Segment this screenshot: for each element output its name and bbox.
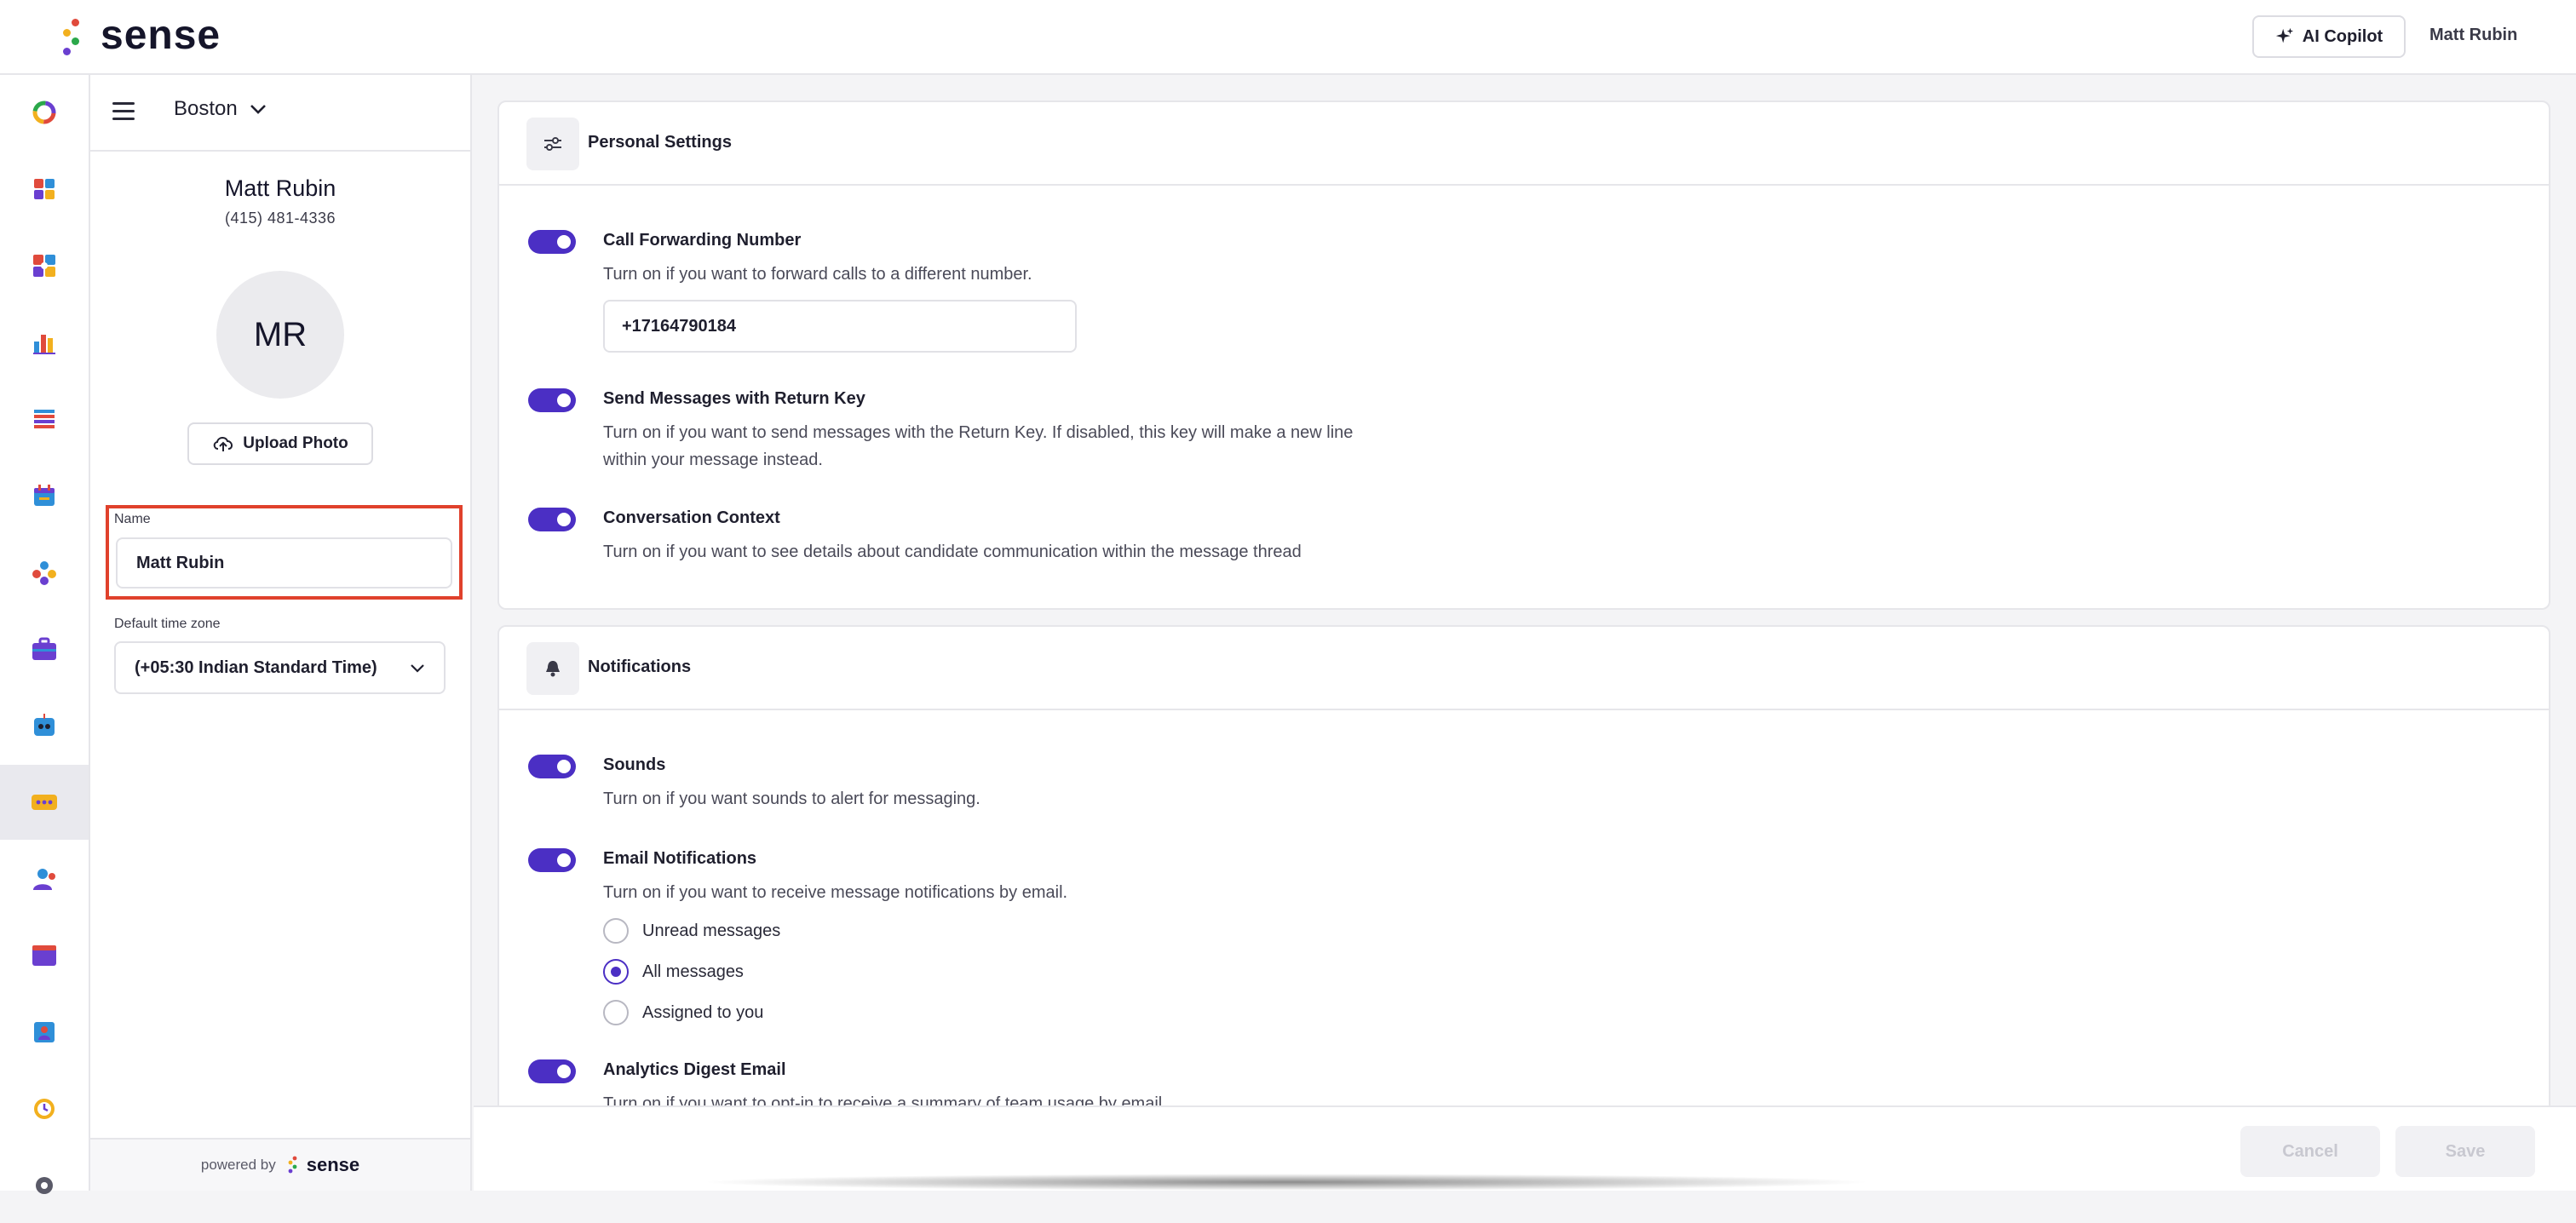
bar-chart-icon bbox=[33, 335, 55, 354]
powered-by-footer: powered by sense bbox=[90, 1138, 470, 1191]
radio-all-messages[interactable] bbox=[603, 959, 629, 985]
top-bar: sense AI Copilot Matt Rubin bbox=[0, 0, 2576, 75]
user-menu[interactable]: Matt Rubin bbox=[2429, 26, 2517, 45]
personal-settings-title: Personal Settings bbox=[588, 133, 732, 152]
analytics-digest-title: Analytics Digest Email bbox=[603, 1060, 786, 1079]
radio-unread-label: Unread messages bbox=[642, 922, 781, 940]
name-label: Name bbox=[114, 512, 151, 526]
powered-by-brand: sense bbox=[288, 1154, 359, 1176]
sidebar-item-lists[interactable] bbox=[0, 382, 89, 456]
radio-unread-messages[interactable] bbox=[603, 918, 629, 944]
sidebar-item-schedule[interactable] bbox=[0, 1071, 89, 1146]
list-icon bbox=[34, 410, 55, 428]
return-key-desc-line2: within your message instead. bbox=[603, 451, 823, 469]
call-forwarding-desc: Turn on if you want to forward calls to … bbox=[603, 265, 1032, 284]
analytics-digest-toggle[interactable] bbox=[528, 1059, 576, 1083]
return-key-desc-line1: Turn on if you want to send messages wit… bbox=[603, 423, 1354, 442]
bell-icon bbox=[526, 642, 579, 695]
sidebar-item-contacts[interactable] bbox=[0, 995, 89, 1070]
app-sidebar bbox=[0, 75, 90, 1194]
brand-name: sense bbox=[101, 13, 221, 58]
profile-phone: (415) 481-4336 bbox=[224, 210, 336, 227]
clock-icon bbox=[34, 1099, 55, 1119]
ai-copilot-label: AI Copilot bbox=[2302, 26, 2383, 46]
save-button[interactable]: Save bbox=[2395, 1126, 2535, 1177]
email-notifications-toggle[interactable] bbox=[528, 848, 576, 872]
ring-chart-icon bbox=[32, 100, 56, 124]
sliders-icon bbox=[526, 118, 579, 170]
timezone-value: (+05:30 Indian Standard Time) bbox=[135, 657, 377, 677]
avatar: MR bbox=[216, 271, 344, 399]
sense-logo[interactable]: sense bbox=[61, 12, 221, 59]
cancel-button[interactable]: Cancel bbox=[2240, 1126, 2380, 1177]
return-key-title: Send Messages with Return Key bbox=[603, 389, 865, 408]
cloud-upload-icon bbox=[214, 437, 233, 451]
sidebar-item-analytics[interactable] bbox=[0, 305, 89, 380]
email-notifications-title: Email Notifications bbox=[603, 849, 757, 868]
puzzle-icon bbox=[33, 255, 55, 277]
conversation-context-desc: Turn on if you want to see details about… bbox=[603, 543, 1302, 561]
sidebar-item-users[interactable] bbox=[0, 841, 89, 916]
robot-icon bbox=[34, 714, 55, 736]
contact-card-icon bbox=[34, 1022, 55, 1042]
conversation-context-title: Conversation Context bbox=[603, 508, 780, 527]
conversation-context-toggle[interactable] bbox=[528, 508, 576, 531]
hamburger-menu-icon[interactable] bbox=[112, 102, 135, 121]
notifications-title: Notifications bbox=[588, 657, 692, 676]
radio-all-label: All messages bbox=[642, 962, 744, 981]
logo-dots-icon bbox=[288, 1156, 297, 1174]
email-notifications-desc: Turn on if you want to receive message n… bbox=[603, 883, 1068, 902]
call-forwarding-toggle[interactable] bbox=[528, 230, 576, 254]
powered-brand-text: sense bbox=[306, 1154, 360, 1175]
dashboard-grid-icon bbox=[34, 179, 55, 199]
logo-dots-icon bbox=[61, 15, 89, 56]
sidebar-item-calendar[interactable] bbox=[0, 458, 89, 533]
briefcase-icon bbox=[32, 637, 56, 660]
timezone-select[interactable]: (+05:30 Indian Standard Time) bbox=[114, 641, 446, 694]
radio-assigned-to-you[interactable] bbox=[603, 1000, 629, 1025]
notifications-header: Notifications bbox=[499, 627, 2549, 710]
gear-icon bbox=[36, 1177, 53, 1194]
return-key-toggle[interactable] bbox=[528, 388, 576, 412]
sounds-toggle[interactable] bbox=[528, 755, 576, 778]
call-forwarding-input[interactable] bbox=[603, 300, 1077, 353]
sidebar-item-dashboard[interactable] bbox=[0, 152, 89, 227]
chevron-down-icon bbox=[411, 664, 424, 673]
profile-panel-header: Boston bbox=[90, 75, 470, 152]
location-label: Boston bbox=[174, 97, 238, 120]
upload-photo-label: Upload Photo bbox=[243, 434, 348, 452]
sidebar-item-home[interactable] bbox=[0, 75, 89, 150]
calendar-icon bbox=[34, 485, 55, 506]
ai-copilot-button[interactable]: AI Copilot bbox=[2252, 15, 2406, 58]
profile-panel: Boston Matt Rubin (415) 481-4336 MR Uplo… bbox=[90, 75, 472, 1191]
browser-window-icon bbox=[32, 945, 56, 966]
profile-name: Matt Rubin bbox=[224, 175, 336, 201]
sidebar-item-settings[interactable] bbox=[0, 1148, 89, 1223]
sounds-title: Sounds bbox=[603, 755, 666, 774]
chat-bubble-icon bbox=[32, 795, 57, 810]
location-selector[interactable]: Boston bbox=[174, 97, 267, 121]
sidebar-item-pages[interactable] bbox=[0, 918, 89, 993]
sidebar-item-integrations[interactable] bbox=[0, 228, 89, 303]
sidebar-item-jobs[interactable] bbox=[0, 612, 89, 686]
user-icon bbox=[33, 869, 55, 890]
powered-by-label: powered by bbox=[200, 1157, 276, 1173]
personal-settings-card: Personal Settings Call Forwarding Number… bbox=[497, 100, 2550, 610]
radio-assigned-label: Assigned to you bbox=[642, 1003, 764, 1022]
timezone-label: Default time zone bbox=[114, 617, 221, 631]
call-forwarding-title: Call Forwarding Number bbox=[603, 231, 802, 250]
name-field-highlight: Name bbox=[106, 505, 463, 600]
upload-photo-button[interactable]: Upload Photo bbox=[187, 422, 373, 465]
window-shadow bbox=[699, 1174, 1874, 1191]
sounds-desc: Turn on if you want sounds to alert for … bbox=[603, 789, 980, 808]
chevron-down-icon bbox=[250, 105, 266, 114]
notifications-card: Notifications Sounds Turn on if you want… bbox=[497, 625, 2550, 1153]
name-input[interactable] bbox=[116, 537, 452, 589]
sidebar-item-network[interactable] bbox=[0, 535, 89, 610]
sidebar-item-bots[interactable] bbox=[0, 688, 89, 763]
sidebar-item-messages[interactable] bbox=[0, 765, 89, 840]
people-network-icon bbox=[32, 561, 56, 585]
sparkle-icon bbox=[2275, 27, 2293, 43]
personal-settings-header: Personal Settings bbox=[499, 102, 2549, 186]
